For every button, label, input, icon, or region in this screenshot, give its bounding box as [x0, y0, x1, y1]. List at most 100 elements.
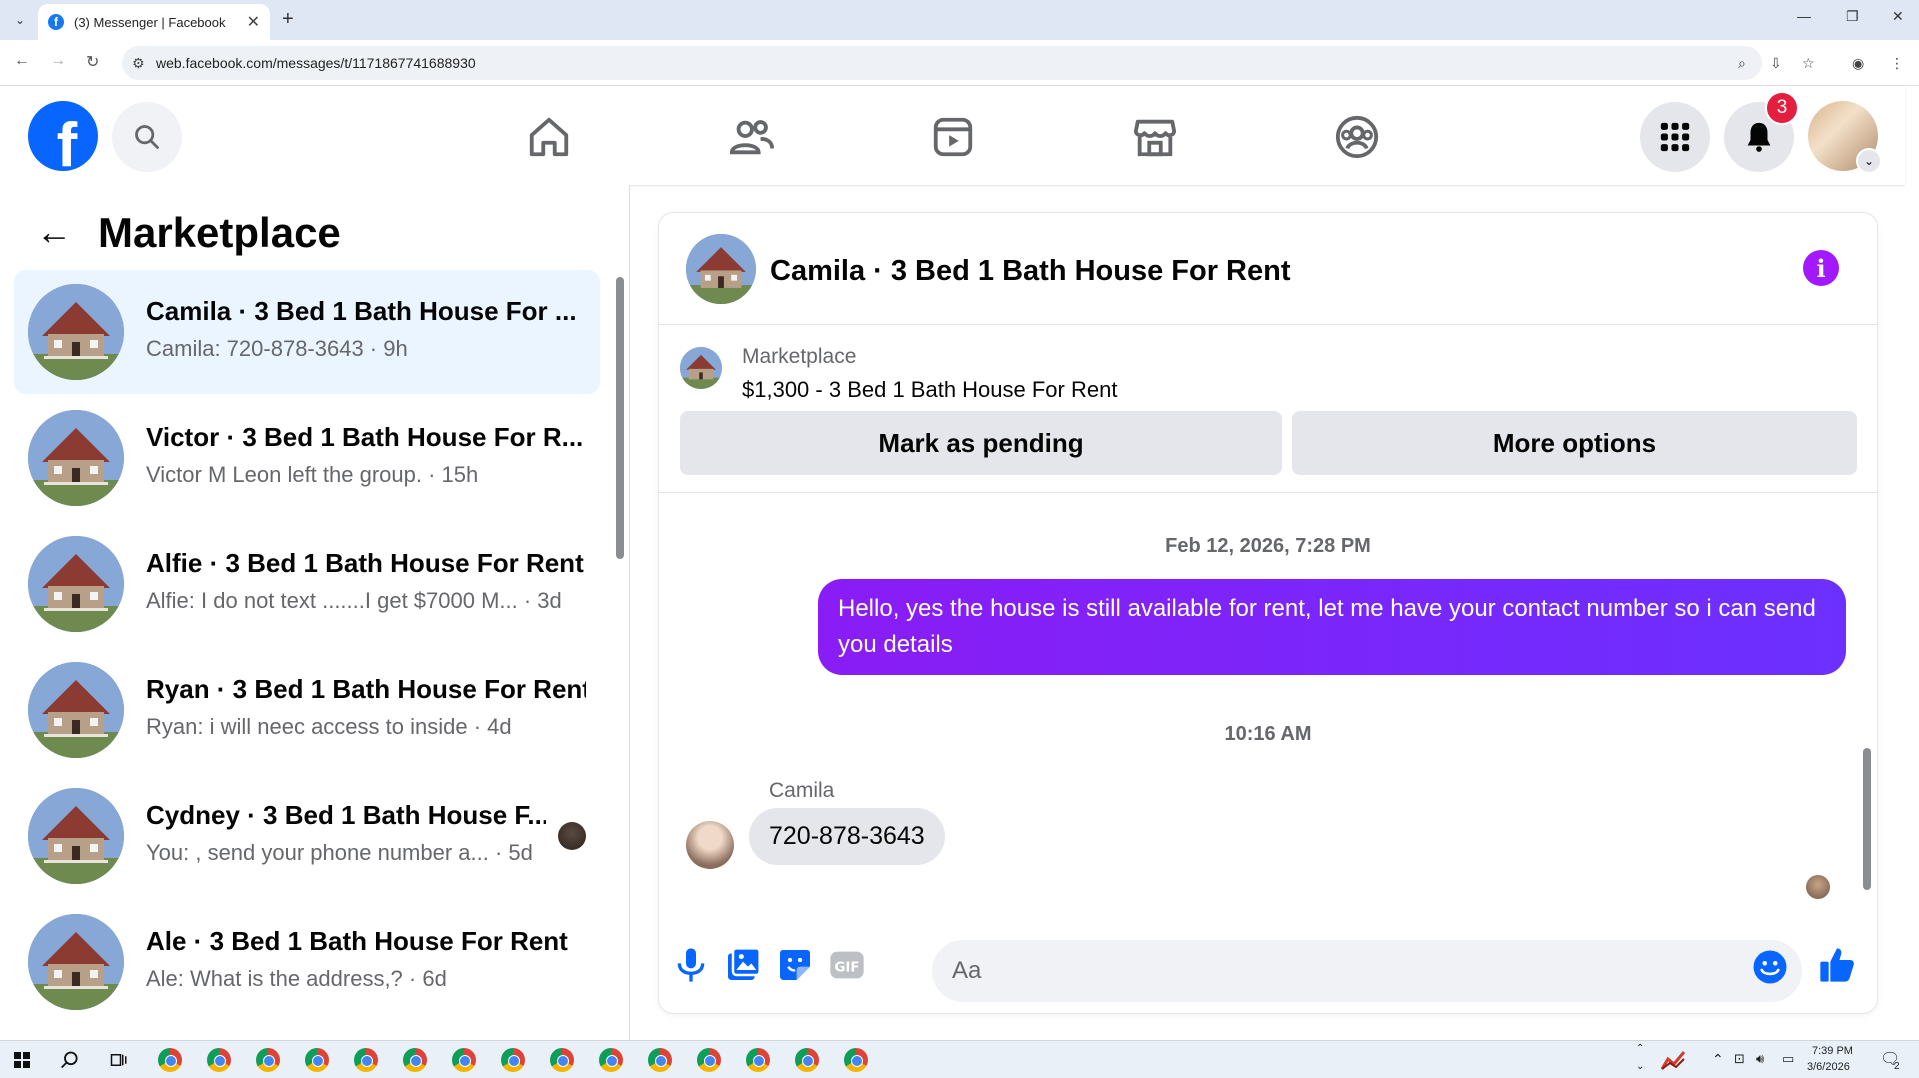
mark-as-pending-button[interactable]: Mark as pending	[680, 411, 1282, 475]
reload-icon[interactable]: ↻	[86, 52, 99, 72]
conversation-name: Ryan · 3 Bed 1 Bath House For Rent	[146, 674, 586, 704]
thumbs-up-icon[interactable]	[1817, 945, 1857, 985]
volume-icon[interactable]: 🔊︎	[1756, 1051, 1764, 1067]
browser-tab[interactable]: f (3) Messenger | Facebook ✕	[38, 4, 270, 40]
close-window-icon[interactable]: ✕	[1892, 8, 1904, 25]
taskbar-scroll-up-icon[interactable]: ⌃	[1636, 1043, 1644, 1054]
windows-start-icon[interactable]	[14, 1052, 30, 1068]
zoom-icon[interactable]: ⌕	[1738, 55, 1746, 72]
chat-avatar[interactable]	[686, 234, 756, 304]
house-thumbnail	[28, 536, 124, 632]
scrollbar-thumb[interactable]	[1863, 748, 1871, 890]
sender-avatar[interactable]	[686, 821, 734, 869]
clock-date[interactable]: 3/6/2026	[1807, 1061, 1850, 1073]
minimize-icon[interactable]: —	[1797, 8, 1811, 24]
conversation-name: Ale · 3 Bed 1 Bath House For Rent	[146, 926, 568, 956]
chrome-taskbar-icon[interactable]	[599, 1048, 623, 1072]
chrome-taskbar-icon[interactable]	[305, 1048, 329, 1072]
conversation-item[interactable]: Cydney · 3 Bed 1 Bath House F... You: , …	[14, 774, 600, 898]
message-composer: GIF Aa	[659, 925, 1877, 1013]
svg-text:GIF: GIF	[834, 961, 859, 976]
scrollbar-thumb[interactable]	[616, 277, 624, 559]
marketplace-icon[interactable]	[1132, 114, 1178, 160]
conversation-item[interactable]: Camila · 3 Bed 1 Bath House For ... Cami…	[14, 270, 600, 394]
chrome-taskbar-icon[interactable]	[452, 1048, 476, 1072]
conversation-name: Victor · 3 Bed 1 Bath House For R...	[146, 422, 584, 452]
chrome-taskbar-icon[interactable]	[354, 1048, 378, 1072]
conversation-name: Cydney · 3 Bed 1 Bath House F...	[146, 800, 546, 830]
microphone-icon[interactable]	[671, 945, 711, 985]
browser-tab-bar: ⌄ f (3) Messenger | Facebook ✕ + — ❐ ✕	[0, 0, 1919, 40]
tab-close-icon[interactable]: ✕	[247, 12, 260, 32]
conversation-item[interactable]: Ale · 3 Bed 1 Bath House For Rent Ale: W…	[14, 900, 600, 1024]
emoji-icon[interactable]	[1752, 949, 1788, 985]
photo-icon[interactable]	[723, 945, 763, 985]
gif-icon[interactable]: GIF	[827, 945, 867, 985]
sticker-icon[interactable]	[775, 945, 815, 985]
browser-menu-icon[interactable]: ⋮	[1890, 55, 1904, 72]
taskbar-search-icon[interactable]	[60, 1050, 80, 1070]
search-button[interactable]	[112, 102, 182, 172]
network-icon[interactable]: ⊡	[1734, 1051, 1745, 1067]
bell-icon	[1747, 122, 1771, 152]
show-hidden-icons-icon[interactable]: ⌃	[1712, 1051, 1724, 1068]
house-thumbnail	[28, 914, 124, 1010]
display-icon[interactable]: ▭	[1782, 1051, 1794, 1067]
chrome-taskbar-icon[interactable]	[550, 1048, 574, 1072]
info-icon[interactable]: i	[1803, 250, 1839, 286]
outgoing-message[interactable]: Hello, yes the house is still available …	[818, 579, 1846, 675]
back-arrow-icon[interactable]: ←	[36, 211, 72, 253]
more-options-button[interactable]: More options	[1292, 411, 1857, 475]
incoming-message[interactable]: 720-878-3643	[749, 808, 945, 865]
forward-arrow-icon[interactable]: →	[50, 52, 66, 70]
timestamp: 10:16 AM	[1224, 723, 1312, 745]
groups-icon[interactable]	[1334, 114, 1380, 160]
chrome-taskbar-icon[interactable]	[648, 1048, 672, 1072]
friends-icon[interactable]	[728, 114, 774, 160]
chrome-taskbar-icon[interactable]	[795, 1048, 819, 1072]
listing-price[interactable]: $1,300 - 3 Bed 1 Bath House For Rent	[742, 377, 1117, 403]
listing-label: Marketplace	[742, 345, 857, 368]
menu-button[interactable]	[1640, 102, 1710, 172]
conversation-preview: You: , send your phone number a... · 5d	[146, 840, 533, 865]
site-settings-icon[interactable]: ⚙	[132, 55, 145, 72]
chrome-taskbar-icon[interactable]	[697, 1048, 721, 1072]
chrome-taskbar-icon[interactable]	[158, 1048, 182, 1072]
task-view-icon[interactable]	[110, 1051, 128, 1069]
chart-app-icon[interactable]	[1660, 1049, 1686, 1071]
back-arrow-icon[interactable]: ←	[14, 52, 30, 70]
conversation-preview: Victor M Leon left the group. · 15h	[146, 462, 479, 487]
chrome-taskbar-icon[interactable]	[207, 1048, 231, 1072]
chrome-taskbar-icon[interactable]	[844, 1048, 868, 1072]
install-app-icon[interactable]: ⇩	[1770, 55, 1782, 72]
house-thumbnail	[28, 410, 124, 506]
chrome-taskbar-icon[interactable]	[501, 1048, 525, 1072]
conversation-item[interactable]: Ryan · 3 Bed 1 Bath House For Rent Ryan:…	[14, 648, 600, 772]
message-thread: Feb 12, 2026, 7:28 PM Hello, yes the hou…	[659, 493, 1877, 908]
home-icon[interactable]	[526, 114, 572, 160]
tab-list-chevron-icon[interactable]: ⌄	[8, 9, 32, 31]
taskbar-scroll-down-icon[interactable]: ⌄	[1636, 1061, 1644, 1072]
new-tab-icon[interactable]: +	[282, 8, 294, 31]
chat-header: Camila · 3 Bed 1 Bath House For Rent i	[659, 213, 1877, 325]
chrome-taskbar-icon[interactable]	[746, 1048, 770, 1072]
conversation-item[interactable]: Victor · 3 Bed 1 Bath House For R... Vic…	[14, 396, 600, 520]
profile-icon[interactable]: ◉	[1852, 55, 1864, 72]
conversation-item[interactable]: Alfie · 3 Bed 1 Bath House For Rent Alfi…	[14, 522, 600, 646]
listing-thumbnail[interactable]	[680, 347, 722, 389]
conversation-list-panel: ← Marketplace Camila · 3 Bed 1 Bath Hous…	[0, 185, 630, 1040]
video-icon[interactable]	[930, 114, 976, 160]
restore-icon[interactable]: ❐	[1846, 8, 1859, 25]
message-input[interactable]: Aa	[932, 940, 1802, 1002]
bookmark-star-icon[interactable]: ☆	[1802, 55, 1815, 72]
chat-title[interactable]: Camila · 3 Bed 1 Bath House For Rent	[770, 255, 1291, 288]
url-field[interactable]: web.facebook.com/messages/t/117186774168…	[122, 46, 1762, 80]
chrome-taskbar-icon[interactable]	[256, 1048, 280, 1072]
conversation-name: Camila · 3 Bed 1 Bath House For ...	[146, 296, 577, 326]
facebook-logo-icon[interactable]: f	[28, 101, 98, 171]
chrome-taskbar-icon[interactable]	[403, 1048, 427, 1072]
conversation-preview: Ryan: i will neec access to inside · 4d	[146, 714, 512, 739]
house-thumbnail	[28, 788, 124, 884]
chevron-down-icon[interactable]: ⌄	[1856, 148, 1882, 174]
clock-time[interactable]: 7:39 PM	[1812, 1045, 1853, 1057]
